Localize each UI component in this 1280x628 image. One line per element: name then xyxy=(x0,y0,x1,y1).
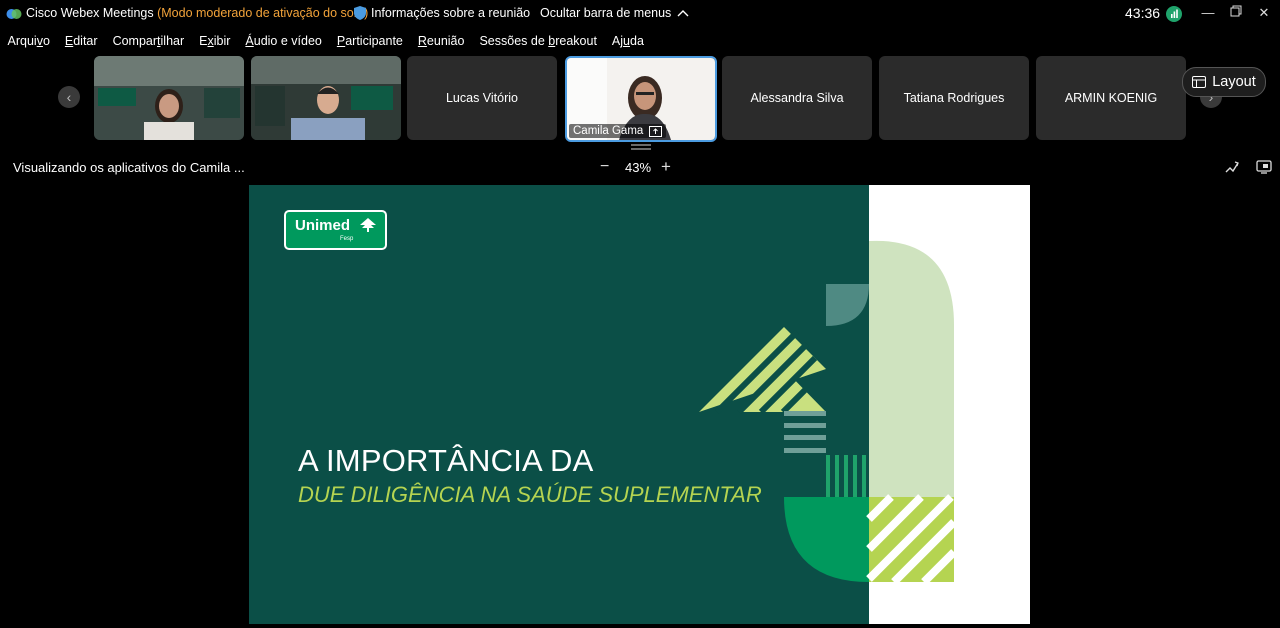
shared-screen-slide: Unimed Fesp A IMPORTÂNCIA DA DUE DILIGÊN… xyxy=(249,185,1030,624)
zoom-out-button[interactable]: − xyxy=(600,158,609,176)
participant-tile-armin[interactable]: ARMIN KOENIG xyxy=(1036,56,1186,140)
participant-video-tile-camila[interactable]: Camila Gama xyxy=(565,56,717,142)
participant-tile-lucas[interactable]: Lucas Vitório xyxy=(407,56,557,140)
participant-name: Tatiana Rodrigues xyxy=(903,91,1005,105)
hide-menu-label: Ocultar barra de menus xyxy=(540,6,672,20)
restore-button[interactable] xyxy=(1226,4,1246,22)
layout-label: Layout xyxy=(1212,74,1256,90)
hide-menu-bar-button[interactable]: Ocultar barra de menus xyxy=(540,6,689,20)
annotate-icon[interactable] xyxy=(1224,159,1240,175)
menu-compartilhar[interactable]: Compartilhar xyxy=(105,30,192,52)
audio-mode-status[interactable]: (Modo moderado de ativação do som) xyxy=(157,6,368,20)
menu-exibir[interactable]: Exibir xyxy=(192,30,238,52)
zoom-in-button[interactable]: + xyxy=(661,157,671,177)
participant-name: Alessandra Silva xyxy=(750,91,844,105)
menu-sessoes-breakout[interactable]: Sessões de breakout xyxy=(472,30,604,52)
participant-video xyxy=(251,56,401,140)
slide-title: A IMPORTÂNCIA DA xyxy=(298,443,594,478)
menu-reuniao[interactable]: Reunião xyxy=(410,30,472,52)
zoom-level[interactable]: 43% xyxy=(625,160,651,175)
scroll-left-button[interactable]: ‹ xyxy=(58,86,80,108)
filmstrip-resize-handle[interactable] xyxy=(631,144,651,150)
participant-name: Lucas Vitório xyxy=(445,91,519,105)
close-button[interactable]: ✕ xyxy=(1254,4,1274,22)
screen-share-icon xyxy=(649,125,663,137)
app-name: Cisco Webex Meetings xyxy=(26,6,154,20)
minimize-button[interactable]: — xyxy=(1198,4,1218,22)
network-stats-icon[interactable] xyxy=(1166,6,1182,22)
meeting-info-button[interactable]: Informações sobre a reunião xyxy=(354,6,530,20)
restore-icon xyxy=(1230,5,1242,17)
participant-label: Camila Gama xyxy=(569,124,667,138)
chevron-up-icon xyxy=(677,10,689,17)
layout-button[interactable]: Layout xyxy=(1182,67,1266,97)
webex-logo-icon xyxy=(6,9,22,19)
participant-name: Camila Gama xyxy=(573,125,644,137)
menu-editar[interactable]: Editar xyxy=(57,30,105,52)
meeting-timer: 43:36 xyxy=(1125,5,1161,21)
participant-video-tile[interactable] xyxy=(94,56,244,140)
sharing-status-label: Visualizando os aplicativos do Camila ..… xyxy=(13,160,245,175)
menu-audio-video[interactable]: Áudio e vídeo xyxy=(238,30,329,52)
participant-tile-alessandra[interactable]: Alessandra Silva xyxy=(722,56,872,140)
slide-decorative-graphics xyxy=(699,240,957,585)
menu-arquivo[interactable]: Arquivo xyxy=(0,30,57,52)
menu-ajuda[interactable]: Ajuda xyxy=(604,30,651,52)
slide-subtitle: DUE DILIGÊNCIA NA SAÚDE SUPLEMENTAR xyxy=(298,482,762,507)
participant-video-tile[interactable] xyxy=(251,56,401,140)
shield-icon xyxy=(354,6,366,20)
participant-video xyxy=(94,56,244,140)
participant-tile-tatiana[interactable]: Tatiana Rodrigues xyxy=(879,56,1029,140)
menu-participante[interactable]: Participante xyxy=(329,30,410,52)
meeting-info-label: Informações sobre a reunião xyxy=(371,6,531,20)
app-title: Cisco Webex Meetings (Modo moderado de a… xyxy=(26,6,368,20)
menu-bar: Arquivo Editar Compartilhar Exibir Áudio… xyxy=(0,30,651,52)
participant-name: ARMIN KOENIG xyxy=(1064,91,1158,105)
view-options-icon[interactable] xyxy=(1256,159,1272,175)
layout-icon xyxy=(1192,76,1207,88)
